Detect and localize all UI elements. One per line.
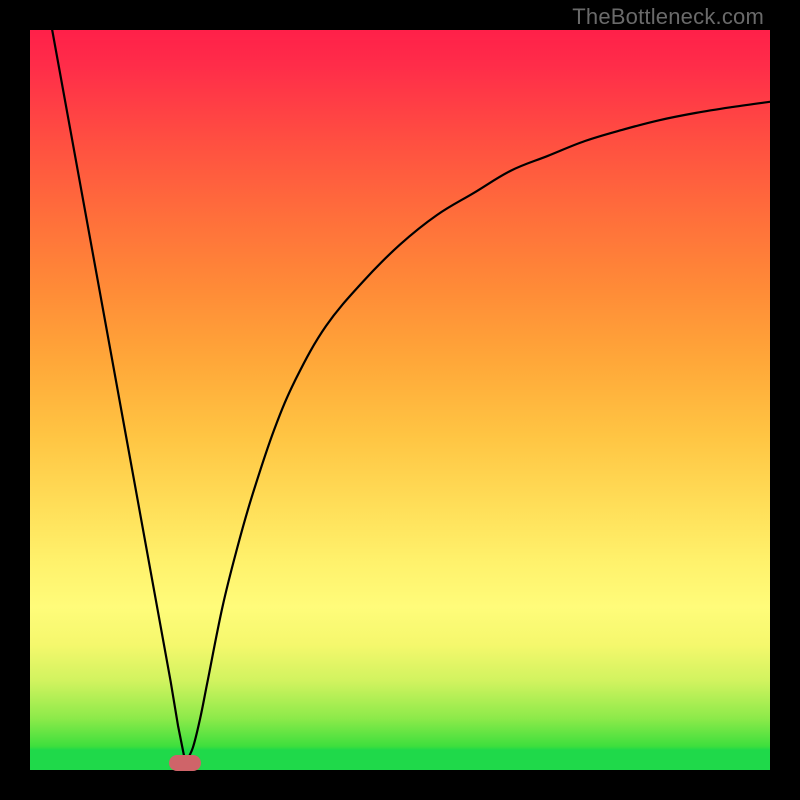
plot-area xyxy=(30,30,770,770)
watermark-text: TheBottleneck.com xyxy=(572,4,764,30)
chart-frame: TheBottleneck.com xyxy=(0,0,800,800)
curve-right-branch xyxy=(185,102,770,763)
curve-left-branch xyxy=(52,30,185,763)
bottleneck-curve xyxy=(30,30,770,770)
optimal-marker xyxy=(169,755,201,771)
